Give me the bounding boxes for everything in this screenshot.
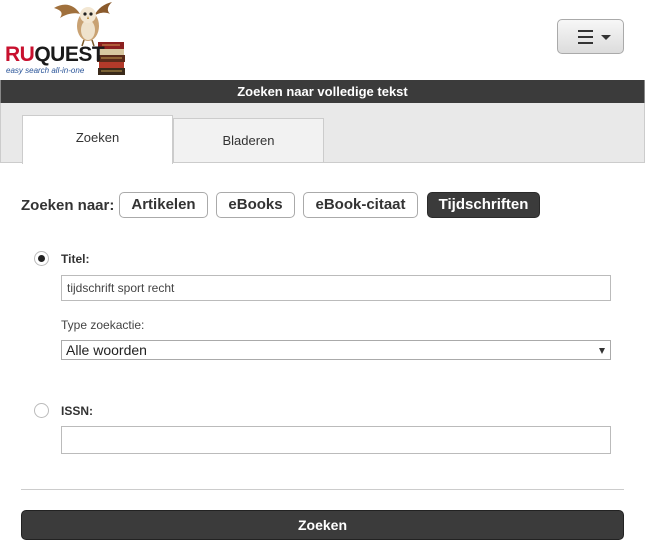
option-ebook-citaat-button[interactable]: eBook-citaat (303, 192, 418, 218)
logo-wordmark: RUQUEST (5, 43, 105, 66)
option-tijdschriften-button[interactable]: Tijdschriften (427, 192, 540, 218)
menu-button[interactable] (557, 19, 624, 54)
tab-bar: Zoeken Bladeren (0, 103, 645, 164)
option-ebooks-button[interactable]: eBooks (216, 192, 295, 218)
search-for-label: Zoeken naar: (21, 197, 115, 214)
search-type-select[interactable]: Alle woorden (61, 340, 611, 360)
title-radio[interactable] (34, 251, 49, 266)
search-type-label: Type zoekactie: (61, 318, 145, 332)
issn-radio[interactable] (34, 403, 49, 418)
header: RUQUEST easy search all-in-one (0, 0, 645, 80)
option-artikelen-button[interactable]: Artikelen (119, 192, 208, 218)
title-input[interactable]: tijdschrift sport recht (61, 275, 611, 301)
tab-bladeren[interactable]: Bladeren (173, 118, 324, 163)
search-submit-button[interactable]: Zoeken (21, 510, 624, 540)
dropdown-arrow-icon (599, 348, 605, 354)
search-type-value: Alle woorden (66, 342, 147, 358)
issn-input[interactable] (61, 426, 611, 454)
logo-tagline: easy search all-in-one (6, 66, 85, 75)
ruquest-logo[interactable]: RUQUEST easy search all-in-one (2, 0, 130, 80)
divider (21, 489, 624, 490)
title-label: Titel: (61, 252, 90, 266)
logo-ru: RU (5, 43, 35, 66)
page-title: Zoeken naar volledige tekst (0, 80, 645, 103)
hamburger-icon (578, 30, 593, 48)
logo-quest: QUEST (34, 43, 105, 66)
issn-label: ISSN: (61, 404, 94, 418)
tab-zoeken[interactable]: Zoeken (22, 115, 173, 164)
caret-down-icon (601, 35, 611, 40)
